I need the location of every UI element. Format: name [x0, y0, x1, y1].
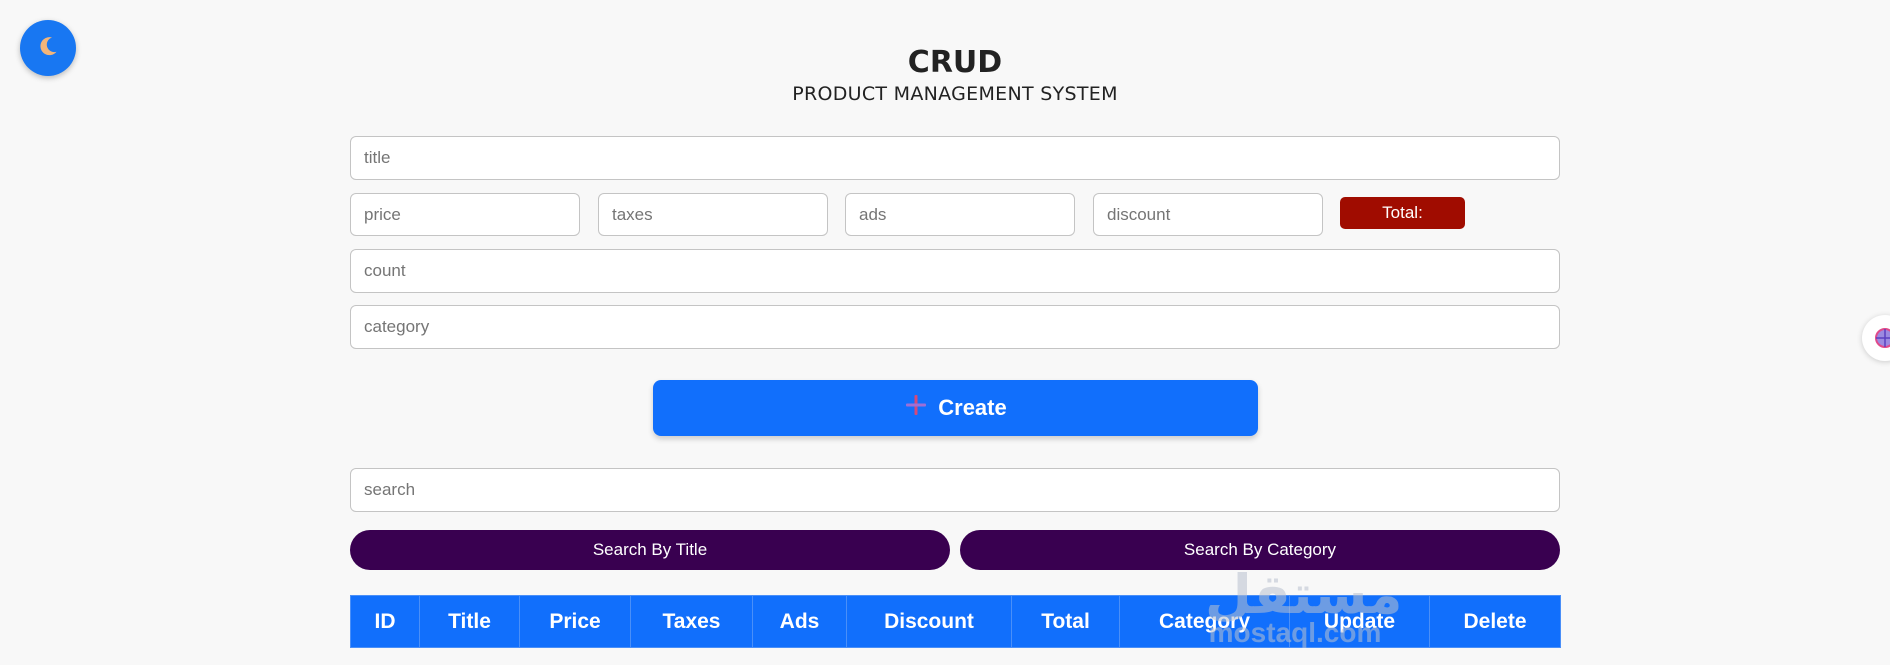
create-button[interactable]: Create [653, 380, 1258, 436]
total-label: Total: [1382, 203, 1423, 222]
page-title: CRUD [907, 45, 1003, 80]
column-header-price: Price [519, 595, 631, 648]
column-header-id: ID [350, 595, 420, 648]
page: CRUD PRODUCT MANAGEMENT SYSTEM Total: Cr… [0, 0, 1890, 665]
side-extension-widget[interactable] [1862, 315, 1890, 361]
total-badge: Total: [1340, 197, 1465, 229]
discount-input[interactable] [1093, 193, 1323, 236]
title-input[interactable] [350, 136, 1560, 180]
plus-icon [904, 393, 928, 423]
ads-input[interactable] [845, 193, 1075, 236]
page-header: CRUD PRODUCT MANAGEMENT SYSTEM [0, 44, 1890, 106]
column-header-title: Title [419, 595, 520, 648]
price-input[interactable] [350, 193, 580, 236]
table-header-row: ID Title Price Taxes Ads Discount Total … [350, 595, 1561, 648]
search-input[interactable] [350, 468, 1560, 512]
column-header-total: Total [1011, 595, 1120, 648]
column-header-ads: Ads [752, 595, 847, 648]
column-header-taxes: Taxes [630, 595, 753, 648]
page-subtitle: PRODUCT MANAGEMENT SYSTEM [792, 83, 1118, 105]
column-header-category: Category [1119, 595, 1290, 648]
count-input[interactable] [350, 249, 1560, 293]
globe-icon [1875, 328, 1890, 348]
create-button-label: Create [938, 395, 1007, 420]
category-input[interactable] [350, 305, 1560, 349]
search-by-category-button[interactable]: Search By Category [960, 530, 1560, 570]
column-header-discount: Discount [846, 595, 1012, 648]
products-table: ID Title Price Taxes Ads Discount Total … [350, 595, 1561, 648]
search-by-title-button[interactable]: Search By Title [350, 530, 950, 570]
column-header-update: Update [1289, 595, 1430, 648]
column-header-delete: Delete [1429, 595, 1561, 648]
taxes-input[interactable] [598, 193, 828, 236]
